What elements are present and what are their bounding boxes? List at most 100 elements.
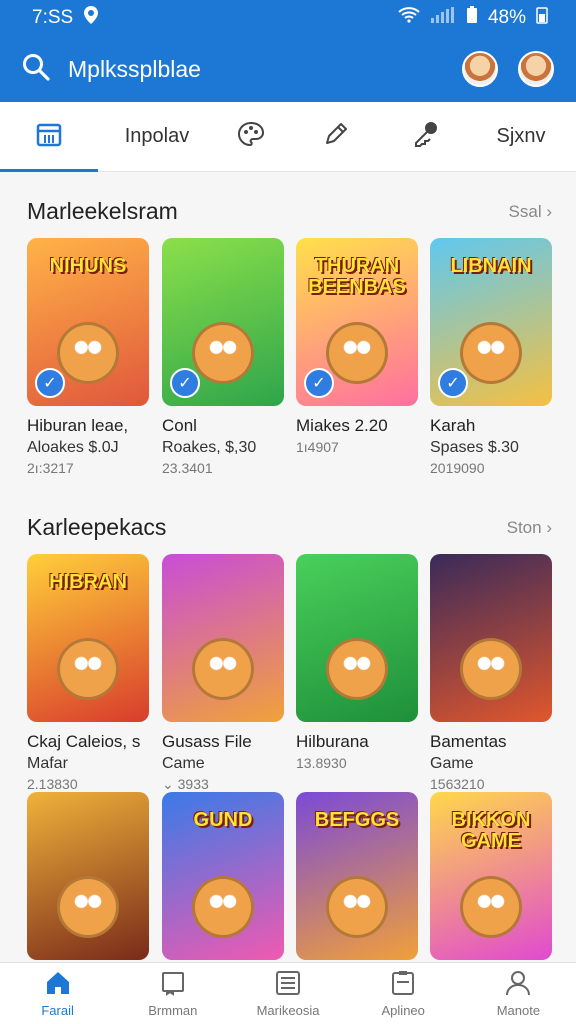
game-thumbnail[interactable]: BEFGGS <box>296 792 418 960</box>
character-illustration <box>460 322 522 384</box>
nav-item-brmman[interactable]: Brmman <box>115 963 230 1024</box>
see-more-link[interactable]: Ston › <box>507 518 552 538</box>
game-card[interactable]: Gusass File Came ⌄ 3933 <box>162 554 284 793</box>
key-icon <box>411 120 441 154</box>
location-icon <box>83 6 99 30</box>
character-illustration <box>326 876 388 938</box>
game-thumbnail[interactable]: BIKKON GAME <box>430 792 552 960</box>
game-thumbnail[interactable]: HIBRAN <box>27 554 149 722</box>
wifi-icon <box>398 7 420 29</box>
nav-label: Manote <box>496 1002 541 1018</box>
nav-label: Brmman <box>148 1002 198 1018</box>
thumbnail-title: BIKKON GAME <box>451 809 531 852</box>
tab-calendar[interactable] <box>0 102 98 172</box>
check-badge-icon: ✓ <box>438 368 468 398</box>
content-area: Marleekelsram Ssal › NIHUNS ✓ Hiburan leae, A… <box>0 172 576 962</box>
see-more-link[interactable]: Ssal › <box>509 202 552 222</box>
game-meta: 2ı:3217 <box>27 460 74 476</box>
see-more-label: Ssal <box>508 201 542 221</box>
character-illustration <box>326 638 388 700</box>
game-title: Gusass File <box>162 732 252 751</box>
home-icon <box>44 970 72 999</box>
status-time: 7:SS <box>32 7 74 28</box>
palette-icon <box>237 121 265 153</box>
nav-label: Farail <box>41 1002 74 1018</box>
game-card[interactable]: HIBRAN Ckaj Caleios, s Mafar 2.13830 <box>27 554 149 792</box>
game-card[interactable]: NIHUNS ✓ Hiburan leae, Aloakes $.0J 2ı:3217 <box>27 238 149 476</box>
see-more-label: Ston <box>506 517 542 537</box>
game-thumbnail[interactable]: GUND <box>162 792 284 960</box>
game-thumbnail[interactable] <box>27 792 149 960</box>
tab-inpolav[interactable]: Inpolav <box>98 102 216 172</box>
character-illustration <box>460 876 522 938</box>
chevron-right-icon: › <box>541 517 552 537</box>
game-thumbnail[interactable] <box>296 554 418 722</box>
avatar[interactable] <box>462 51 498 87</box>
game-title: Ckaj Caleios, s <box>27 732 141 751</box>
battery-level: 48% <box>487 7 526 28</box>
game-card[interactable]: Bamentas Game 1563210 <box>430 554 552 792</box>
game-card[interactable]: GUNDSanaadoies <box>162 792 284 962</box>
character-illustration <box>192 322 254 384</box>
section-title: Karleepekacs <box>27 514 167 540</box>
game-card[interactable]: THURAN BEENBAS ✓ Miakes 2.20 1ı4907 <box>296 238 418 455</box>
thumbnail-title: GUND <box>193 809 253 831</box>
game-title: Bamentas <box>430 732 507 751</box>
person-icon <box>504 970 532 999</box>
app-bar: Mplkssplblae <box>0 36 576 102</box>
calendar-icon <box>36 121 62 153</box>
game-thumbnail[interactable] <box>430 554 552 722</box>
game-meta: 2.13830 <box>27 776 78 792</box>
thumbnail-title: LIBNAIN <box>450 255 532 277</box>
game-title: Conl <box>162 416 197 435</box>
tab-sjxnv[interactable]: Sjxnv <box>466 102 576 172</box>
nav-item-manote[interactable]: Manote <box>461 963 576 1024</box>
nav-item-marikeosia[interactable]: Marikeosia <box>230 963 345 1024</box>
game-card[interactable]: BEFGGSHibandan <box>296 792 418 962</box>
search-field[interactable]: Mplkssplblae <box>68 56 442 83</box>
search-icon[interactable] <box>22 53 50 86</box>
game-card[interactable]: Hilburana 13.8930 <box>296 554 418 771</box>
tab-palette[interactable] <box>216 102 286 172</box>
profile-avatar[interactable] <box>518 51 554 87</box>
nav-item-farail[interactable]: Farail <box>0 963 115 1024</box>
nav-item-aplineo[interactable]: Aplineo <box>346 963 461 1024</box>
game-title: Karah <box>430 416 476 435</box>
document-icon <box>389 970 417 999</box>
game-meta: 13.8930 <box>296 755 347 771</box>
game-title: Hilburana <box>296 732 369 751</box>
check-badge-icon: ✓ <box>35 368 65 398</box>
game-thumbnail[interactable]: NIHUNS ✓ <box>27 238 149 406</box>
character-illustration <box>192 876 254 938</box>
game-card[interactable]: BIKKON GAMEKannenta, <box>430 792 552 962</box>
game-card[interactable]: Pach Hickaks, <box>27 792 149 962</box>
section-header: Marleekelsram Ssal › <box>27 198 552 225</box>
game-subtitle: Roakes, $,30 <box>162 439 257 456</box>
signal-icon <box>430 7 456 29</box>
game-card[interactable]: LIBNAIN ✓ Karah Spases $.30 2019090 <box>430 238 552 476</box>
check-badge-icon: ✓ <box>170 368 200 398</box>
character-illustration <box>192 638 254 700</box>
game-thumbnail[interactable]: ✓ <box>162 238 284 406</box>
game-meta: ⌄ 3933 <box>162 776 209 792</box>
game-subtitle: Game <box>430 755 474 772</box>
game-thumbnail[interactable]: LIBNAIN ✓ <box>430 238 552 406</box>
game-title: Miakes 2.20 <box>296 416 388 435</box>
list-icon <box>274 970 302 999</box>
tab-pencil[interactable] <box>286 102 386 172</box>
game-thumbnail[interactable] <box>162 554 284 722</box>
game-card[interactable]: ✓ Conl Roakes, $,30 23.3401 <box>162 238 284 476</box>
status-bar: 7:SS 48% <box>0 0 576 36</box>
character-illustration <box>57 322 119 384</box>
tab-key[interactable] <box>386 102 466 172</box>
pencil-icon <box>323 121 349 153</box>
game-meta: 2019090 <box>430 460 485 476</box>
game-title: Hiburan leae, <box>27 416 129 435</box>
game-subtitle: Came <box>162 755 205 772</box>
thumbnail-title: NIHUNS <box>49 255 127 277</box>
check-badge-icon: ✓ <box>304 368 334 398</box>
character-illustration <box>460 638 522 700</box>
game-thumbnail[interactable]: THURAN BEENBAS ✓ <box>296 238 418 406</box>
section-title: Marleekelsram <box>27 198 178 224</box>
game-subtitle: Mafar <box>27 755 68 772</box>
